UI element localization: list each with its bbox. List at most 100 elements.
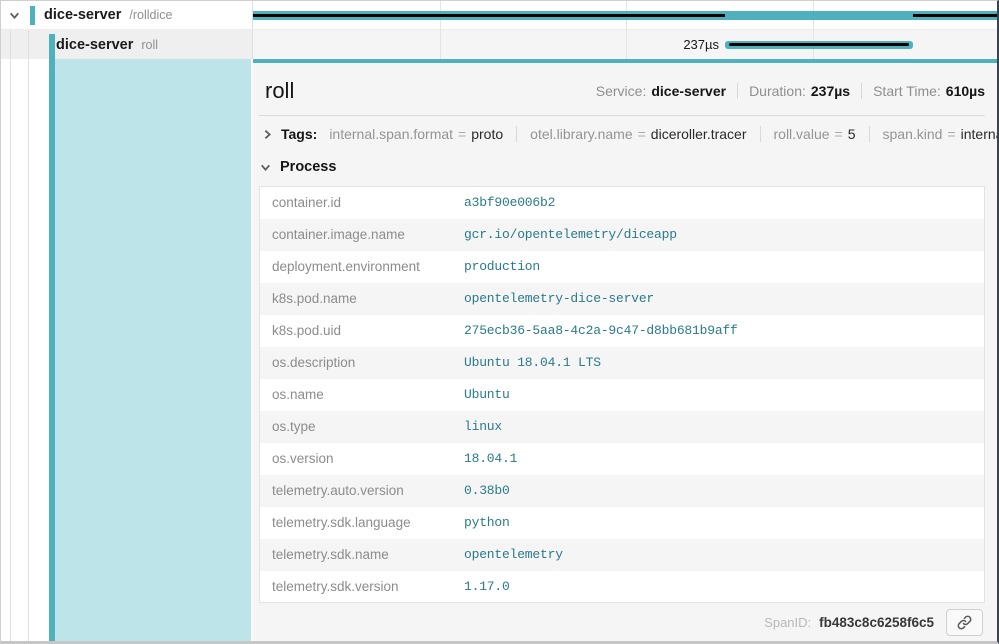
process-table-row: os.typelinux (260, 411, 985, 443)
tag-value: proto (471, 126, 503, 142)
tag-equals: = (638, 126, 646, 142)
copy-span-link-button[interactable] (946, 609, 983, 636)
process-value: linux (454, 411, 985, 443)
tag-separator (760, 126, 761, 142)
chevron-right-icon[interactable] (261, 128, 274, 141)
process-key: telemetry.sdk.name (260, 539, 455, 571)
span-overview: Service: dice-server Duration: 237µs Sta… (596, 83, 985, 99)
process-table-body: container.ida3bf90e006b2container.image.… (260, 187, 985, 603)
process-value: gcr.io/opentelemetry/diceapp (454, 219, 985, 251)
duration-value: 237µs (811, 83, 850, 99)
tags-section-toggle[interactable]: Tags: internal.span.format = proto otel.lib… (259, 116, 985, 152)
process-value: opentelemetry-dice-server (454, 283, 985, 315)
process-key: os.name (260, 379, 455, 411)
span-bar-roll[interactable] (725, 41, 913, 49)
process-key: container.id (260, 187, 455, 219)
start-time-label: Start Time: (873, 83, 941, 99)
process-value: 18.04.1 (454, 443, 985, 475)
process-key: os.description (260, 347, 455, 379)
tag-equals: = (458, 126, 466, 142)
process-value: Ubuntu (454, 379, 985, 411)
process-section-toggle[interactable]: Process (259, 154, 985, 180)
process-key: deployment.environment (260, 251, 455, 283)
span-color-bar (30, 6, 35, 25)
separator (737, 83, 738, 99)
tag-key: span.kind (883, 126, 943, 142)
process-table-row: os.nameUbuntu (260, 379, 985, 411)
process-value: opentelemetry (454, 539, 985, 571)
process-table-row: telemetry.sdk.nameopentelemetry (260, 539, 985, 571)
span-detail-footer: SpanID: fb483c8c6258f6c5 (259, 603, 985, 641)
duration-label: Duration: (749, 83, 806, 99)
process-key-value-table: container.ida3bf90e006b2container.image.… (259, 186, 985, 603)
link-icon (956, 614, 973, 631)
process-value: 1.17.0 (454, 571, 985, 603)
process-key: os.version (260, 443, 455, 475)
tags-label: Tags: (281, 126, 317, 142)
indent-guide-line (28, 30, 29, 641)
span-duration-label: 237µs (683, 37, 719, 52)
indent-guide-line (10, 30, 11, 641)
tag-value: diceroller.tracer (651, 126, 747, 142)
process-table-row: telemetry.auto.version0.38b0 (260, 475, 985, 507)
tag-key: internal.span.format (329, 126, 453, 142)
span-bar-self-time-segment (729, 43, 909, 46)
span-name-cell-roll[interactable]: dice-server roll (1, 30, 253, 59)
process-value: 0.38b0 (454, 475, 985, 507)
process-value: 275ecb36-5aa8-4c2a-9c47-d8bb681b9aff (454, 315, 985, 347)
service-label: Service: (596, 83, 647, 99)
span-bar-self-time-segment (253, 14, 725, 17)
tag-item: otel.library.name = diceroller.tracer (530, 126, 746, 142)
process-table-row: k8s.pod.nameopentelemetry-dice-server (260, 283, 985, 315)
chevron-down-icon[interactable] (8, 9, 21, 22)
tag-value: internal (961, 126, 999, 142)
process-table-row: container.image.namegcr.io/opentelemetry… (260, 219, 985, 251)
tag-separator (516, 126, 517, 142)
process-key: os.type (260, 411, 455, 443)
process-value: a3bf90e006b2 (454, 187, 985, 219)
operation-name: /rolldice (129, 8, 172, 22)
span-row-roll-selected[interactable]: dice-server roll 237µs (1, 30, 997, 59)
tags-list: internal.span.format = proto otel.library.n… (329, 126, 999, 142)
chevron-down-icon[interactable] (259, 161, 272, 174)
tag-key: otel.library.name (530, 126, 632, 142)
selected-span-accent-bar (49, 34, 55, 641)
process-table-row: container.ida3bf90e006b2 (260, 187, 985, 219)
process-key: k8s.pod.name (260, 283, 455, 315)
span-detail-header: roll Service: dice-server Duration: 237µ… (259, 78, 985, 104)
process-label: Process (280, 159, 336, 175)
process-table-row: k8s.pod.uid275ecb36-5aa8-4c2a-9c47-d8bb6… (260, 315, 985, 347)
selected-span-detail-rail (55, 59, 251, 641)
operation-name: roll (141, 38, 158, 52)
process-table-row: telemetry.sdk.languagepython (260, 507, 985, 539)
span-detail-panel: roll Service: dice-server Duration: 237µ… (253, 59, 997, 641)
span-name-cell-rolldice[interactable]: dice-server /rolldice (1, 1, 253, 29)
process-value: Ubuntu 18.04.1 LTS (454, 347, 985, 379)
tag-item: roll.value = 5 (774, 126, 856, 142)
process-key: telemetry.sdk.version (260, 571, 455, 603)
tag-equals: = (835, 126, 843, 142)
process-key: telemetry.sdk.language (260, 507, 455, 539)
span-bar-self-time-segment (913, 14, 997, 17)
process-table-row: os.version18.04.1 (260, 443, 985, 475)
process-value: production (454, 251, 985, 283)
process-table-row: deployment.environmentproduction (260, 251, 985, 283)
span-bar-rolldice[interactable] (253, 11, 997, 20)
process-value: python (454, 507, 985, 539)
timeline-grid-line (813, 1, 814, 59)
tag-key: roll.value (774, 126, 830, 142)
span-detail-title: roll (265, 78, 294, 104)
process-key: container.image.name (260, 219, 455, 251)
tag-separator (869, 126, 870, 142)
tag-value: 5 (848, 126, 856, 142)
tag-item: span.kind=internal (883, 126, 999, 142)
process-key: k8s.pod.uid (260, 315, 455, 347)
service-name: dice-server (56, 37, 133, 53)
span-row-rolldice[interactable]: dice-server /rolldice (1, 1, 997, 30)
jaeger-trace-detail-view: dice-server /rolldice dice-server roll 2… (0, 0, 999, 644)
span-id-value: fb483c8c6258f6c5 (819, 615, 934, 630)
process-table-row: os.descriptionUbuntu 18.04.1 LTS (260, 347, 985, 379)
process-table-row: telemetry.sdk.version1.17.0 (260, 571, 985, 603)
span-id-label: SpanID: (764, 615, 811, 630)
span-duration-label-wrap: 237µs (253, 30, 719, 59)
